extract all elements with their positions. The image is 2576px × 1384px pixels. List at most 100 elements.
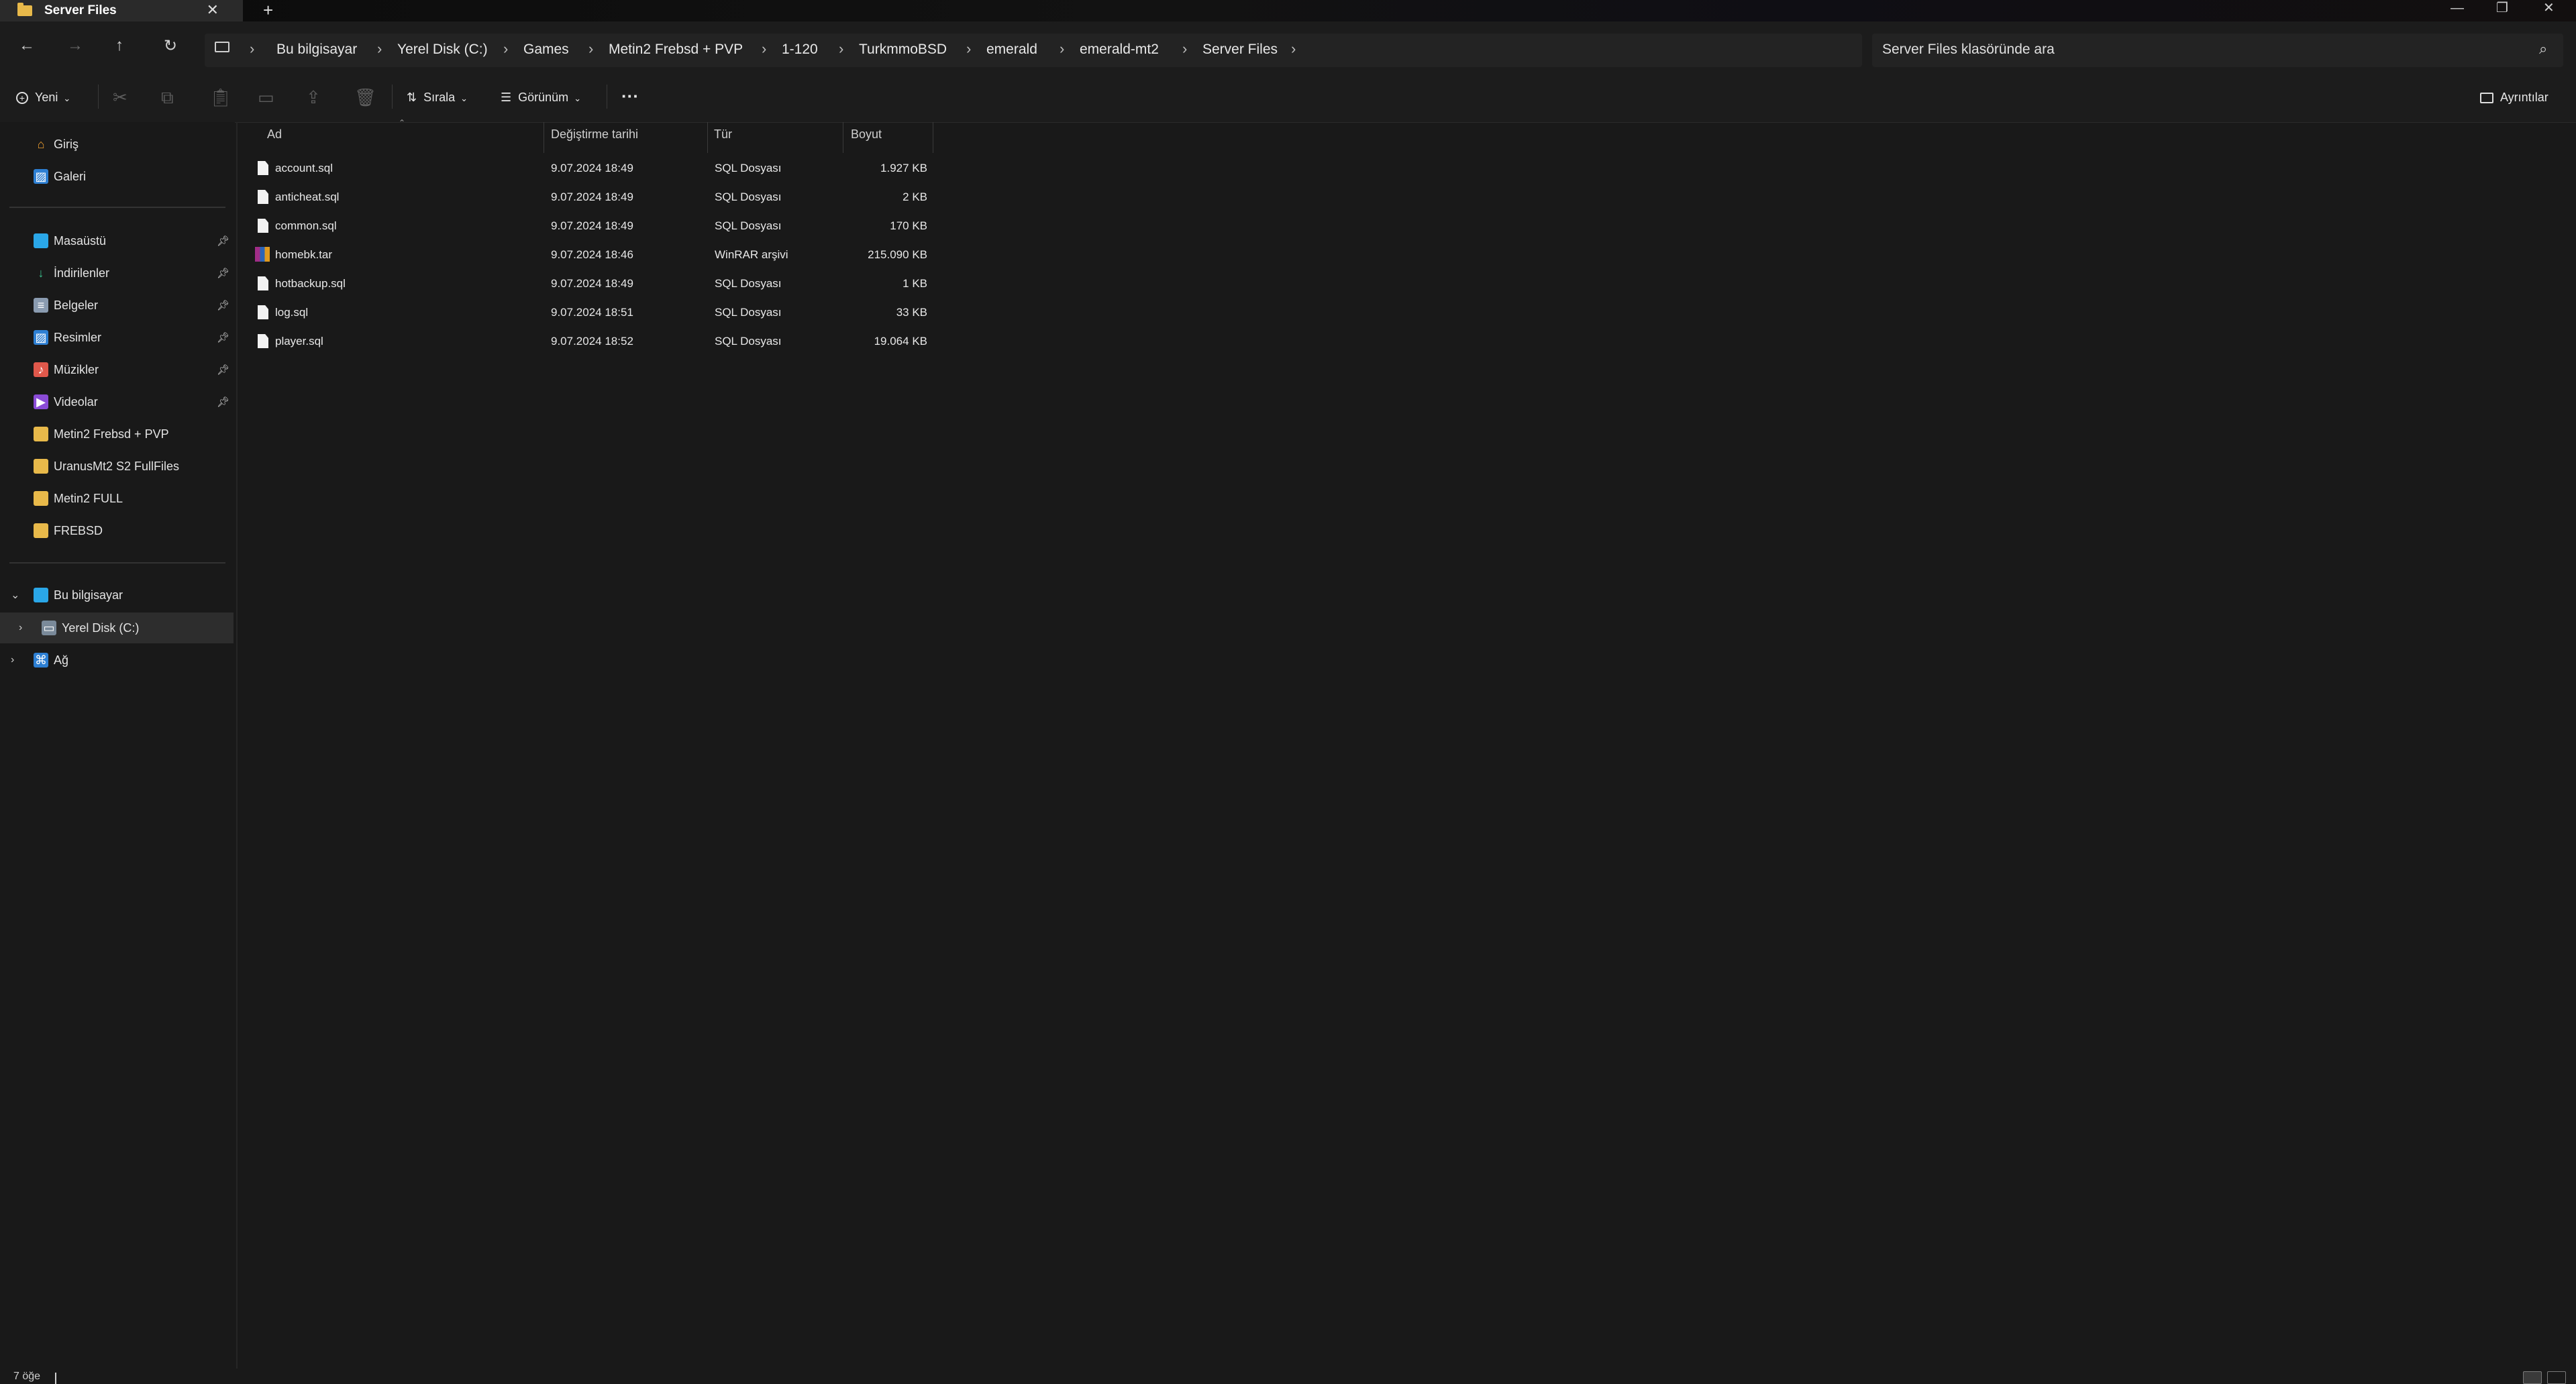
file-row[interactable]: account.sql 9.07.2024 18:49 SQL Dosyası 1.9… <box>255 154 933 183</box>
breadcrumb-item[interactable]: 1-120 <box>782 42 818 58</box>
column-header-date[interactable]: Değiştirme tarihi <box>551 127 638 142</box>
file-type: SQL Dosyası <box>715 191 782 203</box>
sidebar-item[interactable]: ♪ Müzikler 📌︎ <box>0 354 235 385</box>
file-type: SQL Dosyası <box>715 162 782 174</box>
new-tab-button[interactable]: + <box>263 0 273 20</box>
file-name: account.sql <box>275 162 333 174</box>
minimize-button[interactable]: — <box>2451 0 2464 16</box>
restore-button[interactable]: ❐ <box>2496 0 2508 16</box>
close-window-button[interactable]: ✕ <box>2543 0 2555 16</box>
sidebar-item[interactable]: ▶ Videolar 📌︎ <box>0 386 235 417</box>
pin-icon: 📌︎ <box>216 268 229 279</box>
pane-splitter[interactable] <box>236 122 238 1369</box>
tab-server-files[interactable]: Server Files ✕ <box>0 0 243 21</box>
breadcrumb-separator[interactable]: › <box>1291 40 1296 58</box>
sidebar-item[interactable]: ⌂ Giriş <box>0 129 235 160</box>
view-button[interactable]: ☰ Görünüm ⌄ <box>501 91 581 105</box>
title-bar <box>0 0 2576 21</box>
breadcrumb-item[interactable]: Games <box>523 42 569 58</box>
breadcrumb-separator[interactable]: › <box>839 40 843 58</box>
column-header-type[interactable]: Tür <box>714 127 732 142</box>
refresh-button[interactable]: ↻ <box>164 36 177 56</box>
sidebar-item[interactable]: Metin2 Frebsd + PVP <box>0 419 235 449</box>
sidebar-item[interactable]: ↓ İndirilenler 📌︎ <box>0 258 235 288</box>
file-date: 9.07.2024 18:49 <box>551 162 633 174</box>
back-button[interactable]: ← <box>19 36 35 55</box>
sidebar-item[interactable]: ▨ Galeri <box>0 161 235 192</box>
sidebar-divider <box>9 562 225 564</box>
file-icon <box>258 190 268 204</box>
breadcrumb-separator[interactable]: › <box>762 40 766 58</box>
sidebar-item[interactable]: FREBSD <box>0 515 235 546</box>
sort-button[interactable]: ⇅ Sırala ⌄ <box>407 91 468 105</box>
chevron-right-icon[interactable]: › <box>11 654 14 666</box>
breadcrumb-separator[interactable]: › <box>503 40 508 58</box>
chevron-down-icon[interactable]: ⌄ <box>11 588 19 602</box>
file-row[interactable]: log.sql 9.07.2024 18:51 SQL Dosyası 33 KB <box>255 299 933 327</box>
file-row[interactable]: anticheat.sql 9.07.2024 18:49 SQL Dosyası 2… <box>255 183 933 212</box>
column-header-size[interactable]: Boyut <box>851 127 882 142</box>
pin-icon: 📌︎ <box>216 364 229 376</box>
sidebar-item[interactable]: ⌄ Bu bilgisayar <box>0 580 235 610</box>
paste-icon[interactable]: 📋︎ <box>209 87 231 108</box>
breadcrumb-item[interactable]: emerald-mt2 <box>1080 42 1159 58</box>
more-options-button[interactable]: ··· <box>621 86 639 107</box>
file-row[interactable]: common.sql 9.07.2024 18:49 SQL Dosyası 170 … <box>255 212 933 241</box>
delete-icon[interactable]: 🗑︎ <box>354 87 376 108</box>
breadcrumb-separator[interactable]: › <box>966 40 971 58</box>
file-row[interactable]: player.sql 9.07.2024 18:52 SQL Dosyası 19.0… <box>255 327 933 356</box>
breadcrumb-item[interactable]: Bu bilgisayar <box>276 42 357 58</box>
sidebar-item[interactable]: › ⌘ Ağ <box>0 645 235 676</box>
forward-button[interactable]: → <box>67 36 83 55</box>
up-button[interactable]: ↑ <box>115 36 123 55</box>
breadcrumb-item[interactable]: TurkmmoBSD <box>859 42 947 58</box>
chevron-right-icon[interactable]: › <box>19 622 22 634</box>
column-divider[interactable] <box>707 122 708 153</box>
sidebar-item[interactable]: ▨ Resimler 📌︎ <box>0 322 235 353</box>
breadcrumb-item[interactable]: emerald <box>986 42 1037 58</box>
details-view-button[interactable] <box>2523 1371 2542 1384</box>
sidebar-item[interactable]: UranusMt2 S2 FullFiles <box>0 451 235 482</box>
sidebar-item-label: Metin2 Frebsd + PVP <box>54 427 169 441</box>
file-size: 19.064 KB <box>874 335 927 348</box>
file-row[interactable]: hotbackup.sql 9.07.2024 18:49 SQL Dosyası 1… <box>255 270 933 299</box>
file-row[interactable]: homebk.tar 9.07.2024 18:46 WinRAR arşivi 21… <box>255 241 933 270</box>
breadcrumb-item[interactable]: Yerel Disk (C:) <box>397 42 488 58</box>
breadcrumb-separator[interactable]: › <box>250 40 254 58</box>
breadcrumb-item[interactable]: Metin2 Frebsd + PVP <box>609 42 743 58</box>
share-icon[interactable]: ⇪ <box>306 87 321 108</box>
sidebar-item-label: Bu bilgisayar <box>54 588 123 602</box>
sidebar-item[interactable]: ≡ Belgeler 📌︎ <box>0 290 235 321</box>
copy-icon[interactable]: ⧉ <box>161 87 174 109</box>
breadcrumb-separator[interactable]: › <box>1182 40 1187 58</box>
search-placeholder: Server Files klasöründe ara <box>1882 42 2055 57</box>
sidebar-item-label: Resimler <box>54 330 102 344</box>
file-icon <box>258 219 268 233</box>
sidebar-item[interactable]: › ▭ Yerel Disk (C:) <box>0 613 235 643</box>
rename-icon[interactable]: ▭ <box>258 87 274 108</box>
documents-icon: ≡ <box>34 298 48 313</box>
tiles-view-button[interactable] <box>2547 1371 2566 1384</box>
new-button[interactable]: + Yeni ⌄ <box>16 91 70 105</box>
breadcrumb-separator[interactable]: › <box>377 40 382 58</box>
breadcrumb-separator[interactable]: › <box>588 40 593 58</box>
column-header-name[interactable]: Ad <box>267 127 282 142</box>
breadcrumb-separator[interactable]: › <box>1060 40 1064 58</box>
sidebar-item[interactable]: Masaüstü 📌︎ <box>0 225 235 256</box>
file-name: anticheat.sql <box>275 191 340 203</box>
sidebar-item-label: İndirilenler <box>54 266 110 280</box>
sidebar-divider <box>9 207 225 208</box>
details-pane-icon <box>2480 93 2493 104</box>
tab-title: Server Files <box>44 3 117 17</box>
tab-close-button[interactable]: ✕ <box>207 1 219 19</box>
details-button[interactable]: Ayrıntılar <box>2480 91 2548 105</box>
sidebar-item[interactable]: Metin2 FULL <box>0 483 235 514</box>
computer-icon <box>215 42 229 52</box>
status-divider <box>55 1373 56 1384</box>
breadcrumb-item[interactable]: Server Files <box>1202 42 1278 58</box>
file-date: 9.07.2024 18:51 <box>551 306 633 319</box>
cut-icon[interactable]: ✂ <box>113 87 127 108</box>
drive-icon: ▭ <box>42 621 56 635</box>
download-icon: ↓ <box>38 266 44 280</box>
file-date: 9.07.2024 18:52 <box>551 335 633 348</box>
